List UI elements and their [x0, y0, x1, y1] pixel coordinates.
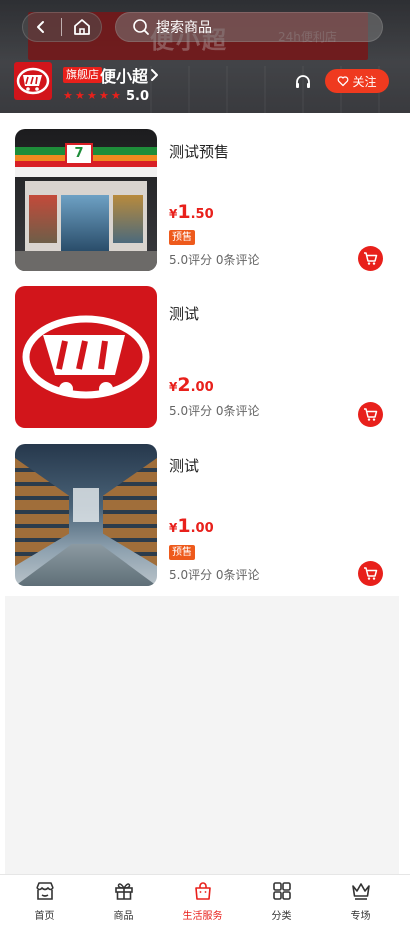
product-image-7-eleven[interactable]: 7	[15, 129, 157, 271]
tab-categories[interactable]: 分类	[242, 875, 321, 926]
tab-special[interactable]: 专场	[321, 875, 400, 926]
search-input[interactable]: 搜索商品	[115, 12, 383, 42]
home-icon[interactable]	[70, 15, 94, 39]
headset-icon[interactable]	[293, 72, 313, 92]
cart-icon	[364, 252, 378, 265]
add-to-cart-button[interactable]	[358, 246, 383, 271]
store-header: 便小超 24h便利店 搜索商品 旗舰店 便小超 ★ ★ ★ ★ ★ 5.0	[0, 0, 410, 113]
product-price: ¥1.50	[169, 201, 214, 223]
back-icon[interactable]	[30, 16, 52, 38]
follow-button[interactable]: 关注	[325, 69, 389, 93]
crown-icon	[350, 880, 372, 902]
tab-label: 首页	[34, 911, 55, 922]
tab-label: 专场	[350, 911, 371, 922]
store-rating: 5.0	[126, 89, 150, 104]
cart-icon	[364, 408, 378, 421]
follow-label: 关注	[352, 74, 377, 89]
rating-stars: ★ ★ ★ ★ ★	[63, 90, 122, 101]
heart-icon	[337, 75, 349, 87]
product-image-warehouse[interactable]	[15, 444, 157, 586]
empty-content-area	[5, 596, 399, 874]
product-card[interactable]: 测试 ¥2.00 5.0评分 0条评论	[5, 286, 399, 428]
product-rating-meta: 5.0评分 0条评论	[169, 568, 260, 582]
gift-icon	[113, 880, 135, 902]
star-icon: ★	[63, 89, 73, 102]
star-icon: ★	[75, 89, 85, 102]
star-icon: ★	[99, 89, 109, 102]
product-rating-meta: 5.0评分 0条评论	[169, 253, 260, 267]
search-icon	[132, 18, 150, 36]
search-placeholder: 搜索商品	[156, 20, 212, 36]
product-card[interactable]: 测试 ¥1.00 预售 5.0评分 0条评论	[5, 444, 399, 586]
tab-label: 商品	[113, 911, 134, 922]
tab-products[interactable]: 商品	[84, 875, 163, 926]
product-title[interactable]: 测试	[169, 455, 199, 476]
store-icon	[34, 880, 56, 902]
product-rating-meta: 5.0评分 0条评论	[169, 404, 260, 418]
shopping-bag-icon	[192, 880, 214, 902]
product-price: ¥2.00	[169, 374, 214, 396]
tab-life-services[interactable]: 生活服务	[163, 875, 242, 926]
product-title[interactable]: 测试	[169, 303, 199, 324]
product-price: ¥1.00	[169, 515, 214, 537]
grid-icon	[271, 880, 293, 902]
store-logo[interactable]	[14, 62, 52, 100]
bottom-tab-bar: 首页 商品 生活服务 分类 专场	[0, 874, 410, 926]
tab-home[interactable]: 首页	[5, 875, 84, 926]
cart-icon	[364, 567, 378, 580]
flagship-store-badge: 旗舰店	[63, 67, 102, 83]
star-icon: ★	[87, 89, 97, 102]
product-title[interactable]: 测试预售	[169, 141, 229, 162]
product-card[interactable]: 7 测试预售 ¥1.50 预售 5.0评分 0条评论	[5, 129, 399, 271]
star-icon: ★	[111, 89, 121, 102]
add-to-cart-button[interactable]	[358, 402, 383, 427]
store-name[interactable]: 便小超	[100, 63, 148, 87]
presale-badge: 预售	[169, 230, 195, 245]
presale-badge: 预售	[169, 545, 195, 560]
product-image-store-logo[interactable]	[15, 286, 157, 428]
add-to-cart-button[interactable]	[358, 561, 383, 586]
chevron-right-icon[interactable]	[150, 66, 164, 84]
tab-label: 分类	[271, 911, 292, 922]
nav-divider	[61, 18, 62, 36]
tab-label: 生活服务	[182, 911, 223, 922]
